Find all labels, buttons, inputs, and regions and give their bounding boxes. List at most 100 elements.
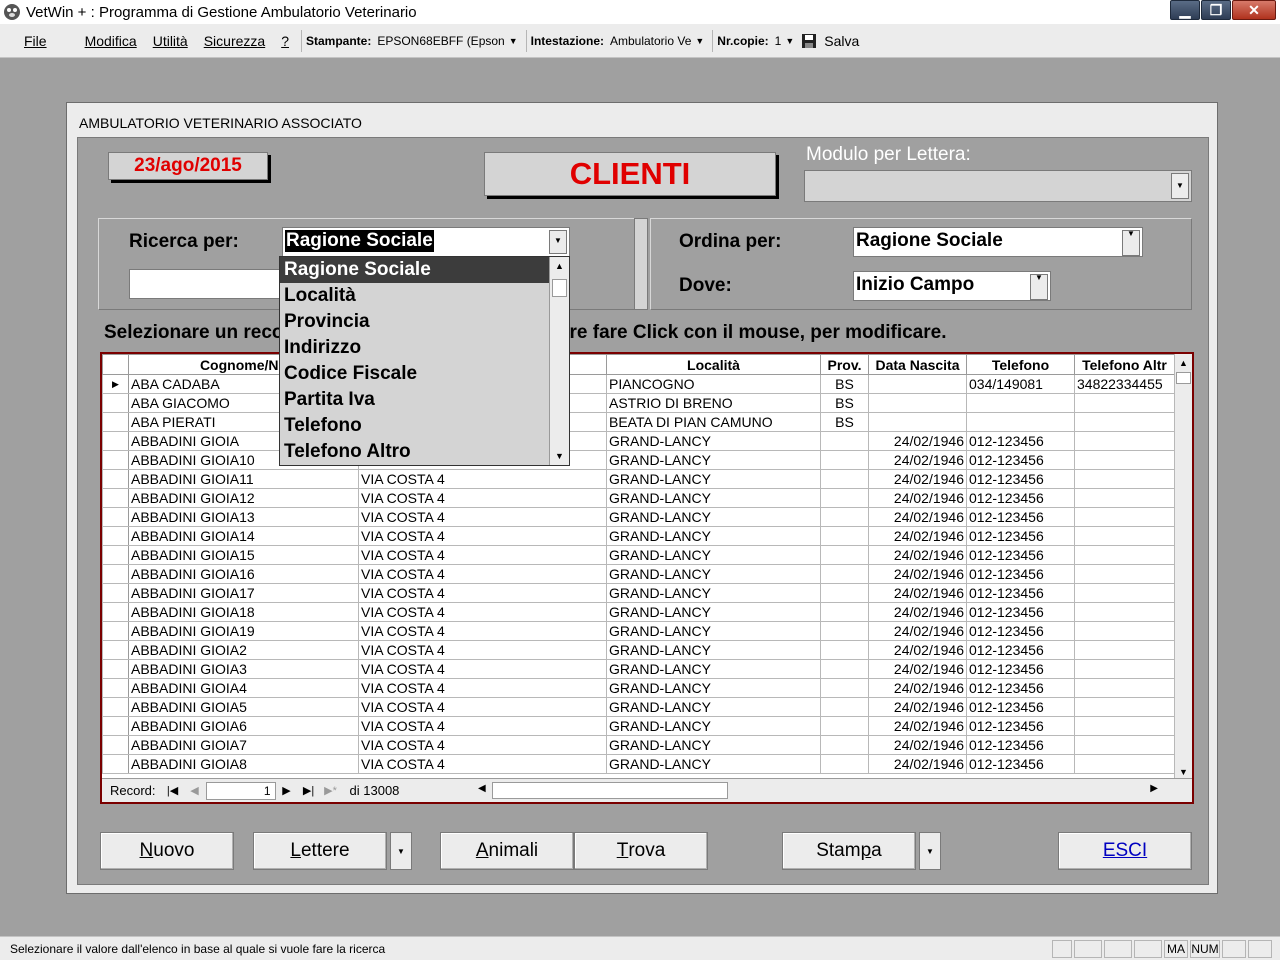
table-cell[interactable]: 24/02/1946 [868, 583, 967, 603]
table-cell[interactable]: BS [820, 412, 869, 432]
minimize-button[interactable]: ▁ [1170, 0, 1200, 20]
table-cell[interactable] [820, 526, 869, 546]
table-cell[interactable]: 012-123456 [966, 678, 1075, 698]
scroll-right-icon[interactable]: ▶ [1150, 783, 1158, 794]
table-row[interactable]: ABBADINI GIOIA GRAND-LANCY 24/02/1946 012-1… [102, 431, 1175, 451]
row-selector[interactable] [102, 564, 129, 584]
dropdown-option[interactable]: Telefono [280, 413, 569, 439]
menu-modifica[interactable]: Modifica [77, 33, 145, 49]
table-row[interactable]: ABA GIACOMO ASTRIO DI BRENO BS [102, 393, 1175, 413]
table-cell[interactable]: VIA COSTA 4 [358, 735, 607, 755]
row-selector[interactable] [102, 545, 129, 565]
table-cell[interactable]: GRAND-LANCY [606, 526, 821, 546]
table-cell[interactable]: VIA COSTA 4 [358, 564, 607, 584]
table-cell[interactable]: ABBADINI GIOIA2 [128, 640, 359, 660]
table-cell[interactable]: 24/02/1946 [868, 735, 967, 755]
table-cell[interactable]: BS [820, 374, 869, 394]
table-cell[interactable]: GRAND-LANCY [606, 735, 821, 755]
table-cell[interactable]: 012-123456 [966, 545, 1075, 565]
table-cell[interactable]: 24/02/1946 [868, 697, 967, 717]
table-cell[interactable] [820, 564, 869, 584]
table-cell[interactable]: ABBADINI GIOIA16 [128, 564, 359, 584]
table-cell[interactable]: 34822334455 [1074, 374, 1175, 394]
letters-dropdown-icon[interactable]: ▼ [390, 832, 412, 870]
table-cell[interactable] [868, 393, 967, 413]
table-cell[interactable] [1074, 393, 1175, 413]
table-cell[interactable] [1074, 735, 1175, 755]
table-cell[interactable]: ASTRIO DI BRENO [606, 393, 821, 413]
previous-record-icon[interactable]: ◀ [184, 782, 206, 800]
table-row[interactable]: ABBADINI GIOIA6 VIA COSTA 4 GRAND-LANCY 24/… [102, 716, 1175, 736]
table-cell[interactable] [1074, 507, 1175, 527]
table-row[interactable]: ABBADINI GIOIA16 VIA COSTA 4 GRAND-LANCY 24… [102, 564, 1175, 584]
table-row[interactable]: ABBADINI GIOIA5 VIA COSTA 4 GRAND-LANCY 24/… [102, 697, 1175, 717]
table-cell[interactable] [820, 640, 869, 660]
letter-template-select[interactable]: ▼ [804, 170, 1192, 202]
table-cell[interactable] [820, 659, 869, 679]
search-by-select[interactable]: Ragione Sociale ▼ [282, 227, 570, 257]
scroll-thumb[interactable] [552, 279, 567, 297]
table-cell[interactable] [966, 393, 1075, 413]
copies-select[interactable]: 1 ▼ [775, 34, 799, 48]
table-cell[interactable]: GRAND-LANCY [606, 621, 821, 641]
table-row[interactable]: ABBADINI GIOIA12 VIA COSTA 4 GRAND-LANCY 24… [102, 488, 1175, 508]
table-cell[interactable]: 012-123456 [966, 602, 1075, 622]
table-cell[interactable] [1074, 526, 1175, 546]
table-cell[interactable]: 24/02/1946 [868, 621, 967, 641]
table-cell[interactable]: ABBADINI GIOIA4 [128, 678, 359, 698]
scroll-up-icon[interactable]: ▲ [550, 257, 569, 275]
search-input[interactable] [129, 269, 289, 299]
row-selector[interactable] [102, 583, 129, 603]
table-cell[interactable]: 012-123456 [966, 583, 1075, 603]
table-cell[interactable] [820, 716, 869, 736]
animals-button[interactable]: Animali [440, 832, 574, 870]
table-cell[interactable]: GRAND-LANCY [606, 431, 821, 451]
table-cell[interactable]: 012-123456 [966, 564, 1075, 584]
table-cell[interactable] [1074, 697, 1175, 717]
table-cell[interactable] [1074, 431, 1175, 451]
column-header[interactable]: Località [606, 354, 821, 375]
row-selector[interactable] [102, 754, 129, 774]
last-record-icon[interactable]: ▶| [298, 782, 320, 800]
table-cell[interactable] [1074, 678, 1175, 698]
dropdown-option[interactable]: Provincia [280, 309, 569, 335]
table-cell[interactable]: VIA COSTA 4 [358, 678, 607, 698]
table-cell[interactable]: ABBADINI GIOIA18 [128, 602, 359, 622]
table-cell[interactable]: 24/02/1946 [868, 754, 967, 774]
table-cell[interactable] [1074, 659, 1175, 679]
find-button[interactable]: Trova [574, 832, 708, 870]
table-row[interactable]: ABBADINI GIOIA18 VIA COSTA 4 GRAND-LANCY 24… [102, 602, 1175, 622]
table-cell[interactable]: VIA COSTA 4 [358, 640, 607, 660]
table-cell[interactable]: GRAND-LANCY [606, 469, 821, 489]
table-cell[interactable]: GRAND-LANCY [606, 602, 821, 622]
chevron-down-icon[interactable]: ▼ [1122, 229, 1140, 256]
table-cell[interactable] [1074, 450, 1175, 470]
header-select[interactable]: Ambulatorio Ve ▼ [610, 34, 708, 48]
table-cell[interactable] [1074, 545, 1175, 565]
table-cell[interactable]: 012-123456 [966, 469, 1075, 489]
table-cell[interactable]: GRAND-LANCY [606, 488, 821, 508]
current-record-icon[interactable]: ▶ [102, 374, 129, 394]
table-cell[interactable]: 24/02/1946 [868, 545, 967, 565]
table-cell[interactable]: 24/02/1946 [868, 564, 967, 584]
table-cell[interactable]: ABBADINI GIOIA8 [128, 754, 359, 774]
table-cell[interactable] [820, 507, 869, 527]
table-cell[interactable]: 012-123456 [966, 697, 1075, 717]
table-cell[interactable]: ABBADINI GIOIA12 [128, 488, 359, 508]
table-cell[interactable]: GRAND-LANCY [606, 450, 821, 470]
match-mode-select[interactable]: Inizio Campo ▼ [853, 271, 1051, 301]
table-cell[interactable]: ABBADINI GIOIA13 [128, 507, 359, 527]
table-cell[interactable] [1074, 716, 1175, 736]
table-cell[interactable]: 012-123456 [966, 507, 1075, 527]
table-cell[interactable]: 012-123456 [966, 526, 1075, 546]
column-header[interactable]: Telefono [966, 354, 1075, 375]
order-by-select[interactable]: Ragione Sociale ▼ [853, 227, 1143, 257]
table-cell[interactable]: GRAND-LANCY [606, 716, 821, 736]
dropdown-option[interactable]: Telefono Altro [280, 439, 569, 465]
table-cell[interactable]: VIA COSTA 4 [358, 602, 607, 622]
table-cell[interactable]: GRAND-LANCY [606, 507, 821, 527]
table-cell[interactable]: ABBADINI GIOIA5 [128, 697, 359, 717]
table-cell[interactable]: BEATA DI PIAN CAMUNO [606, 412, 821, 432]
table-cell[interactable]: 24/02/1946 [868, 488, 967, 508]
table-cell[interactable]: ABBADINI GIOIA11 [128, 469, 359, 489]
